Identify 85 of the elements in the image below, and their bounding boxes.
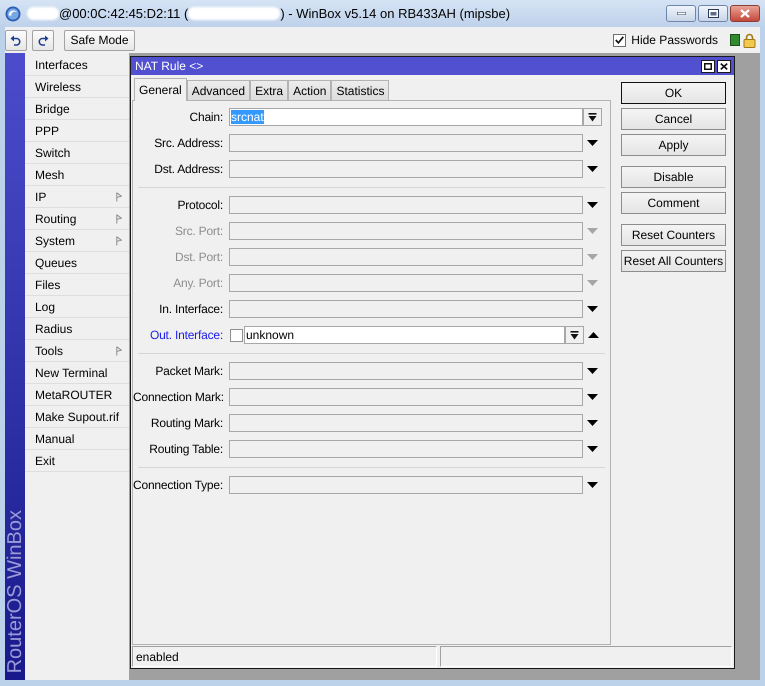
- down-triangle-icon[interactable]: [587, 420, 598, 426]
- maximize-button[interactable]: [701, 60, 715, 72]
- checkbox[interactable]: [613, 34, 626, 46]
- dropdown-button[interactable]: [565, 326, 584, 344]
- submenu-arrow-icon: [116, 214, 122, 224]
- redo-button[interactable]: [32, 30, 54, 50]
- field-label: Connection Mark:: [133, 389, 223, 406]
- dropdown-field[interactable]: [229, 274, 583, 292]
- app-logo-icon: [5, 6, 21, 22]
- dropdown-field[interactable]: [229, 300, 583, 318]
- dropdown-field[interactable]: [229, 134, 583, 152]
- field-label: Dst. Port:: [174, 249, 223, 266]
- close-button[interactable]: [730, 5, 760, 22]
- field-label: Out. Interface:: [148, 327, 223, 344]
- field-label: Routing Mark:: [150, 415, 223, 432]
- reset-counters-button[interactable]: Reset Counters: [621, 224, 726, 246]
- window-title: ) - WinBox v5.14 on RB433AH (mipsbe): [280, 4, 510, 23]
- close-icon: [720, 62, 728, 70]
- field-label: Connection Type:: [133, 477, 223, 494]
- dropdown-field[interactable]: [229, 440, 583, 458]
- field-label: Packet Mark:: [154, 363, 223, 380]
- dropdown-button[interactable]: [583, 108, 602, 126]
- dropdown-field[interactable]: [229, 476, 583, 494]
- tab[interactable]: Action: [288, 80, 332, 100]
- disable-button[interactable]: Disable: [621, 166, 726, 188]
- window-title: @00:0C:42:45:D2:11 (: [59, 4, 188, 23]
- close-icon: [740, 9, 750, 18]
- dropdown-field[interactable]: [229, 414, 583, 432]
- dropdown-field[interactable]: [229, 196, 583, 214]
- status-bar-field: enabled: [132, 646, 437, 667]
- undo-button[interactable]: [5, 30, 27, 50]
- tab[interactable]: General: [134, 78, 187, 101]
- down-triangle-icon[interactable]: [587, 140, 598, 146]
- checkmark-icon: [615, 36, 624, 44]
- close-button[interactable]: [717, 60, 731, 72]
- apply-button[interactable]: Apply: [621, 134, 726, 156]
- up-triangle-icon[interactable]: [588, 332, 599, 338]
- down-triangle-icon[interactable]: [587, 482, 598, 488]
- dropdown-field[interactable]: [229, 388, 583, 406]
- maximize-button[interactable]: [698, 5, 728, 22]
- tab[interactable]: Extra: [250, 80, 288, 100]
- dropdown-arrow-icon: [570, 330, 579, 340]
- undo-icon: [10, 34, 22, 46]
- checkbox[interactable]: [230, 328, 243, 342]
- down-triangle-icon[interactable]: [587, 306, 598, 312]
- field-label: Protocol:: [176, 197, 223, 214]
- combo-field[interactable]: unknown: [244, 326, 565, 344]
- minimize-button[interactable]: [666, 5, 696, 22]
- dropdown-field[interactable]: [229, 160, 583, 178]
- maximize-icon: [708, 9, 718, 18]
- maximize-icon: [704, 62, 712, 70]
- cancel-button[interactable]: Cancel: [621, 108, 726, 130]
- dropdown-field[interactable]: [229, 248, 583, 266]
- ok-button[interactable]: OK: [621, 82, 726, 104]
- safe-mode-button[interactable]: Safe Mode: [64, 30, 135, 50]
- redaction-block: [27, 7, 59, 20]
- redo-icon: [37, 34, 49, 46]
- reset-all-counters-button[interactable]: Reset All Counters: [621, 250, 726, 272]
- tab[interactable]: Advanced: [186, 80, 250, 100]
- dropdown-arrow-icon: [588, 112, 597, 122]
- field-label: Src. Address:: [153, 135, 223, 152]
- field-label: Src. Port:: [174, 223, 223, 240]
- submenu-arrow-icon: [116, 346, 122, 356]
- status-indicator-icon: [730, 34, 740, 46]
- dropdown-field[interactable]: [229, 222, 583, 240]
- field-label: Chain:: [188, 109, 223, 126]
- tab[interactable]: Statistics: [331, 80, 390, 100]
- submenu-arrow-icon: [116, 236, 122, 246]
- down-triangle-icon[interactable]: [587, 368, 598, 374]
- dropdown-field[interactable]: [229, 362, 583, 380]
- field-label: Routing Table:: [148, 441, 223, 458]
- field-label: Dst. Address:: [153, 161, 223, 178]
- brand-text: RouterOS WinBox: [5, 510, 25, 673]
- lock-icon: [743, 32, 756, 48]
- field-label: In. Interface:: [158, 301, 223, 318]
- down-triangle-icon[interactable]: [587, 394, 598, 400]
- down-triangle-icon[interactable]: [587, 446, 598, 452]
- comment-button[interactable]: Comment: [621, 192, 726, 214]
- field-label: Any. Port:: [172, 275, 223, 292]
- window-title: NAT Rule <>: [135, 58, 204, 75]
- down-triangle-icon[interactable]: [587, 166, 598, 172]
- submenu-arrow-icon: [116, 192, 122, 202]
- down-triangle-icon[interactable]: [587, 202, 598, 208]
- minimize-icon: [676, 12, 686, 15]
- checkbox-label: Hide Passwords: [631, 32, 718, 49]
